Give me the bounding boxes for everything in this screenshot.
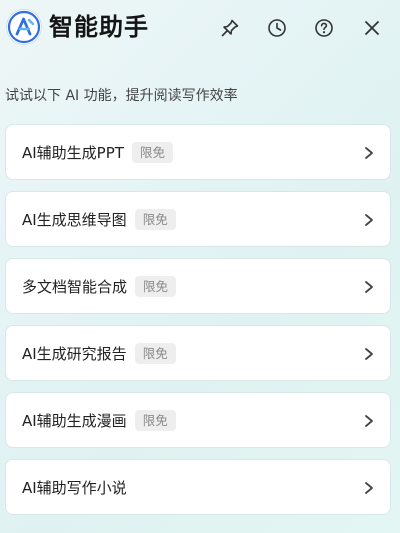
- feature-item-ppt[interactable]: AI辅助生成PPT 限免: [5, 124, 391, 180]
- pin-icon: [221, 19, 239, 37]
- pin-button[interactable]: [218, 16, 242, 40]
- free-badge: 限免: [134, 343, 176, 364]
- feature-item-label: AI辅助写作小说: [22, 479, 127, 497]
- app-title: 智能助手: [49, 13, 149, 41]
- subtitle: 试试以下 AI 功能，提升阅读写作效率: [5, 88, 238, 104]
- feature-item-label: AI辅助生成PPT 限免: [22, 125, 173, 181]
- feature-item-label: AI辅助生成漫画 限免: [22, 393, 176, 449]
- feature-item-multi-doc[interactable]: 多文档智能合成 限免: [5, 258, 391, 314]
- assistant-logo-icon: [7, 10, 41, 44]
- help-button[interactable]: [312, 16, 336, 40]
- feature-item-label: AI生成思维导图 限免: [22, 192, 176, 248]
- chevron-right-icon: [365, 281, 373, 293]
- chevron-right-icon: [365, 415, 373, 427]
- header: 智能助手: [0, 0, 400, 62]
- free-badge: 限免: [131, 142, 173, 163]
- clock-icon: [268, 19, 286, 37]
- history-button[interactable]: [265, 16, 289, 40]
- chevron-right-icon: [365, 348, 373, 360]
- feature-item-novel[interactable]: AI辅助写作小说: [5, 459, 391, 515]
- feature-item-label: 多文档智能合成 限免: [22, 259, 177, 315]
- feature-item-mindmap[interactable]: AI生成思维导图 限免: [5, 191, 391, 247]
- close-button[interactable]: [360, 16, 384, 40]
- question-icon: [315, 19, 333, 37]
- chevron-right-icon: [365, 482, 373, 494]
- feature-list: AI辅助生成PPT 限免 AI生成思维导图 限免 多文档智能合成 限免 AI生成研究报…: [5, 124, 391, 526]
- close-icon: [365, 21, 379, 35]
- feature-item-research-report[interactable]: AI生成研究报告 限免: [5, 325, 391, 381]
- chevron-right-icon: [365, 147, 373, 159]
- free-badge: 限免: [134, 209, 176, 230]
- free-badge: 限免: [135, 276, 177, 297]
- feature-item-comic[interactable]: AI辅助生成漫画 限免: [5, 392, 391, 448]
- feature-item-label: AI生成研究报告 限免: [22, 326, 176, 382]
- free-badge: 限免: [134, 410, 176, 431]
- chevron-right-icon: [365, 214, 373, 226]
